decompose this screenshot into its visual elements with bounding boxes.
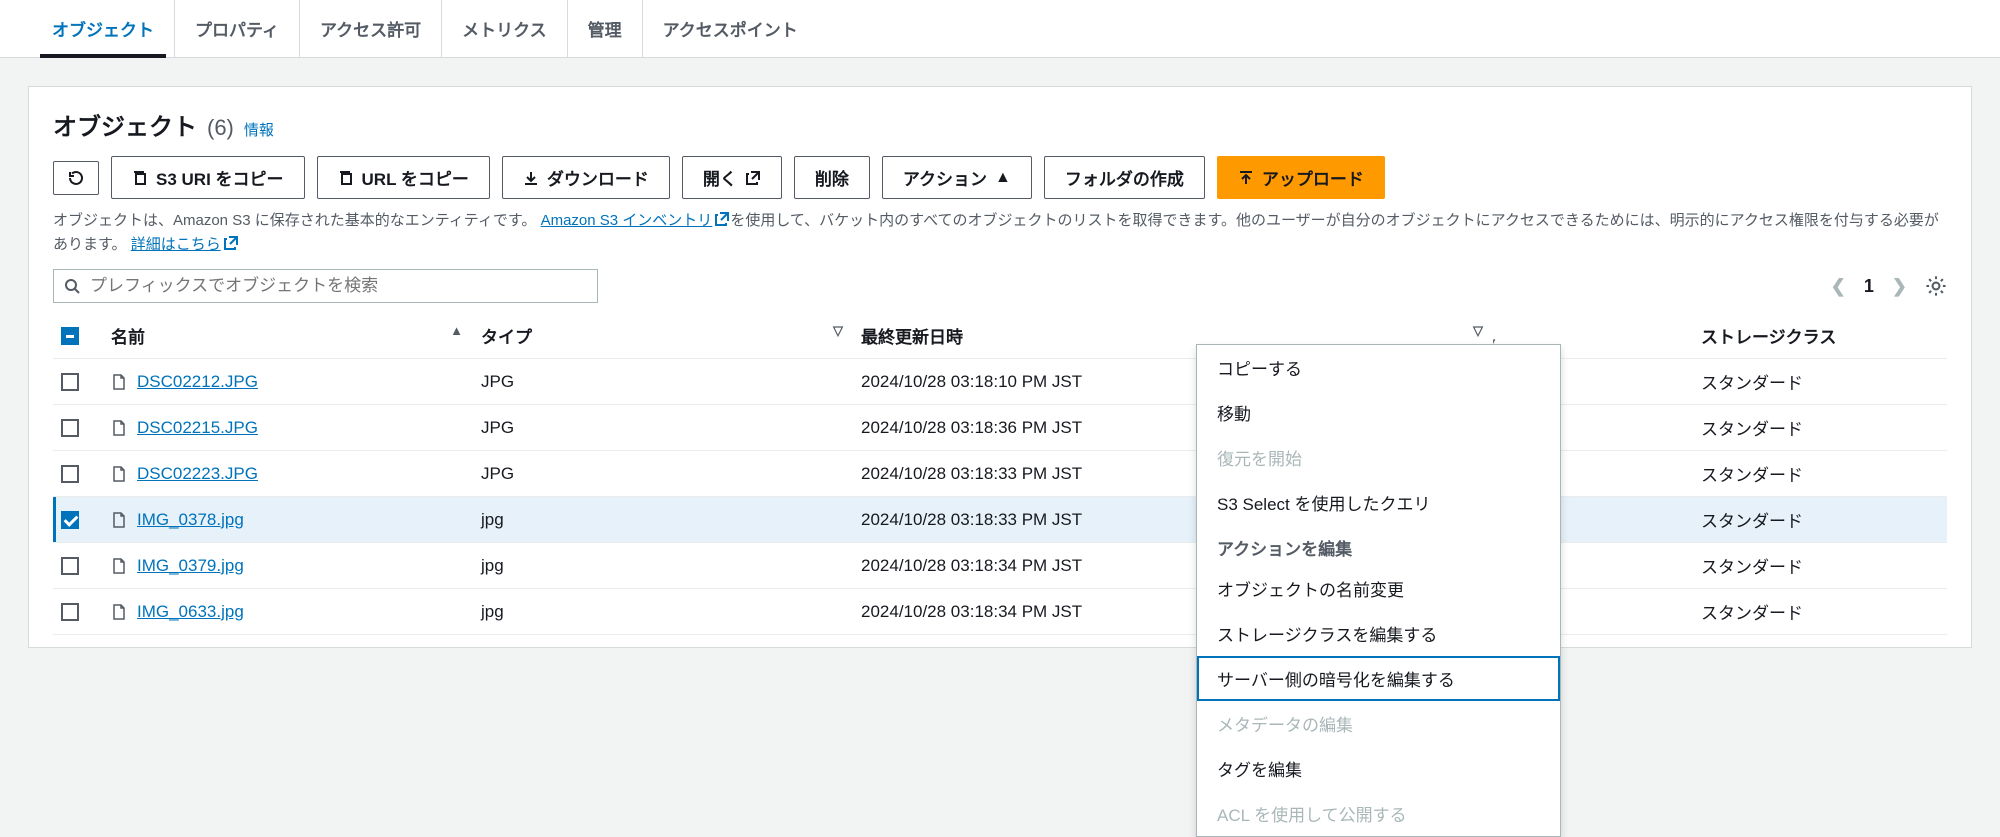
next-page-button[interactable]: ❯ [1892, 276, 1907, 297]
sort-icon: ▽ [833, 323, 843, 339]
row-checkbox[interactable] [61, 419, 79, 437]
objects-panel: オブジェクト (6) 情報 S3 URI をコピー URL をコピー ダウンロー… [28, 86, 1972, 648]
row-checkbox[interactable] [61, 557, 79, 575]
upload-button[interactable]: アップロード [1217, 156, 1385, 199]
tab-permissions[interactable]: アクセス許可 [300, 0, 442, 57]
object-name-link[interactable]: DSC02223.JPG [137, 464, 258, 483]
toolbar: S3 URI をコピー URL をコピー ダウンロード 開く 削除 アクション … [53, 156, 1947, 199]
dd-edit-metadata: メタデータの編集 [1197, 701, 1560, 746]
file-icon [111, 374, 127, 390]
info-link[interactable]: 情報 [244, 119, 274, 140]
learn-more-link[interactable]: 詳細はこちら [131, 236, 239, 253]
upload-icon [1238, 170, 1254, 186]
dd-move[interactable]: 移動 [1197, 390, 1560, 435]
page-number: 1 [1864, 276, 1874, 297]
open-button[interactable]: 開く [682, 156, 782, 199]
external-link-icon [714, 211, 730, 227]
object-storage: スタンダード [1693, 497, 1947, 543]
col-name[interactable]: 名前▲ [103, 313, 473, 359]
table-row: IMG_0633.jpgjpg2024/10/28 03:18:34 PM JS… [53, 589, 1947, 635]
object-type: jpg [473, 589, 853, 635]
download-button[interactable]: ダウンロード [502, 156, 670, 199]
file-icon [111, 604, 127, 620]
dd-rename[interactable]: オブジェクトの名前変更 [1197, 566, 1560, 611]
dd-restore: 復元を開始 [1197, 435, 1560, 480]
object-name-link[interactable]: IMG_0379.jpg [137, 556, 244, 575]
tab-management[interactable]: 管理 [568, 0, 643, 57]
pagination: ❮ 1 ❯ [1831, 275, 1947, 297]
tab-bar: オブジェクト プロパティ アクセス許可 メトリクス 管理 アクセスポイント [0, 0, 2000, 58]
table-row: DSC02223.JPGJPG2024/10/28 03:18:33 PM JS… [53, 451, 1947, 497]
object-type: jpg [473, 543, 853, 589]
object-type: JPG [473, 359, 853, 405]
row-checkbox[interactable] [61, 511, 79, 529]
dd-make-public: ACL を使用して公開する [1197, 791, 1560, 836]
object-name-link[interactable]: DSC02212.JPG [137, 372, 258, 391]
actions-button[interactable]: アクション ▲ [882, 156, 1032, 199]
table-row: DSC02215.JPGJPG2024/10/28 03:18:36 PM JS… [53, 405, 1947, 451]
object-type: jpg [473, 497, 853, 543]
refresh-icon [68, 170, 84, 186]
external-link-icon [745, 170, 761, 186]
table-row: IMG_0379.jpgjpg2024/10/28 03:18:34 PM JS… [53, 543, 1947, 589]
search-input[interactable] [53, 269, 598, 303]
objects-table: 名前▲ タイプ▽ 最終更新日時▽ ▽ ストレージクラス DSC02212.JPG… [53, 313, 1947, 635]
table-row: IMG_0378.jpgjpg2024/10/28 03:18:33 PM JS… [53, 497, 1947, 543]
panel-title: オブジェクト [53, 107, 197, 142]
prev-page-button[interactable]: ❮ [1831, 276, 1846, 297]
dd-copy[interactable]: コピーする [1197, 345, 1560, 390]
tab-objects[interactable]: オブジェクト [32, 0, 175, 57]
sort-icon: ▽ [1473, 323, 1483, 339]
object-name-link[interactable]: IMG_0633.jpg [137, 602, 244, 621]
dd-edit-storage[interactable]: ストレージクラスを編集する [1197, 611, 1560, 656]
refresh-button[interactable] [53, 161, 99, 195]
search-icon [64, 278, 80, 294]
dd-edit-tags[interactable]: タグを編集 [1197, 746, 1560, 791]
gear-icon[interactable] [1925, 275, 1947, 297]
external-link-icon [223, 235, 239, 251]
inventory-link[interactable]: Amazon S3 インベントリ [541, 212, 731, 229]
search-field[interactable] [90, 276, 587, 296]
object-type: JPG [473, 405, 853, 451]
object-storage: スタンダード [1693, 543, 1947, 589]
object-type: JPG [473, 451, 853, 497]
file-icon [111, 420, 127, 436]
copy-url-button[interactable]: URL をコピー [317, 156, 490, 199]
file-icon [111, 512, 127, 528]
object-count: (6) [207, 115, 234, 141]
object-storage: スタンダード [1693, 451, 1947, 497]
actions-dropdown: コピーする 移動 復元を開始 S3 Select を使用したクエリ アクションを… [1196, 344, 1561, 837]
row-checkbox[interactable] [61, 373, 79, 391]
sort-asc-icon: ▲ [450, 323, 463, 338]
tab-metrics[interactable]: メトリクス [442, 0, 568, 57]
object-name-link[interactable]: IMG_0378.jpg [137, 510, 244, 529]
caret-up-icon: ▲ [995, 169, 1011, 187]
object-name-link[interactable]: DSC02215.JPG [137, 418, 258, 437]
file-icon [111, 466, 127, 482]
download-icon [523, 170, 539, 186]
copy-s3-uri-button[interactable]: S3 URI をコピー [111, 156, 305, 199]
table-row: DSC02212.JPGJPG2024/10/28 03:18:10 PM JS… [53, 359, 1947, 405]
copy-icon [338, 170, 354, 186]
file-icon [111, 558, 127, 574]
dd-edit-encryption[interactable]: サーバー側の暗号化を編集する [1197, 656, 1560, 701]
dd-edit-header: アクションを編集 [1197, 525, 1560, 566]
row-checkbox[interactable] [61, 465, 79, 483]
col-type[interactable]: タイプ▽ [473, 313, 853, 359]
tab-properties[interactable]: プロパティ [175, 0, 300, 57]
description-text: オブジェクトは、Amazon S3 に保存された基本的なエンティティです。 Am… [53, 209, 1947, 257]
dd-s3select[interactable]: S3 Select を使用したクエリ [1197, 480, 1560, 525]
tab-access-points[interactable]: アクセスポイント [643, 0, 818, 57]
object-storage: スタンダード [1693, 405, 1947, 451]
col-storage[interactable]: ストレージクラス [1693, 313, 1947, 359]
object-storage: スタンダード [1693, 589, 1947, 635]
object-storage: スタンダード [1693, 359, 1947, 405]
create-folder-button[interactable]: フォルダの作成 [1044, 156, 1205, 199]
row-checkbox[interactable] [61, 603, 79, 621]
select-all-checkbox[interactable] [61, 327, 79, 345]
copy-icon [132, 170, 148, 186]
delete-button[interactable]: 削除 [794, 156, 870, 199]
